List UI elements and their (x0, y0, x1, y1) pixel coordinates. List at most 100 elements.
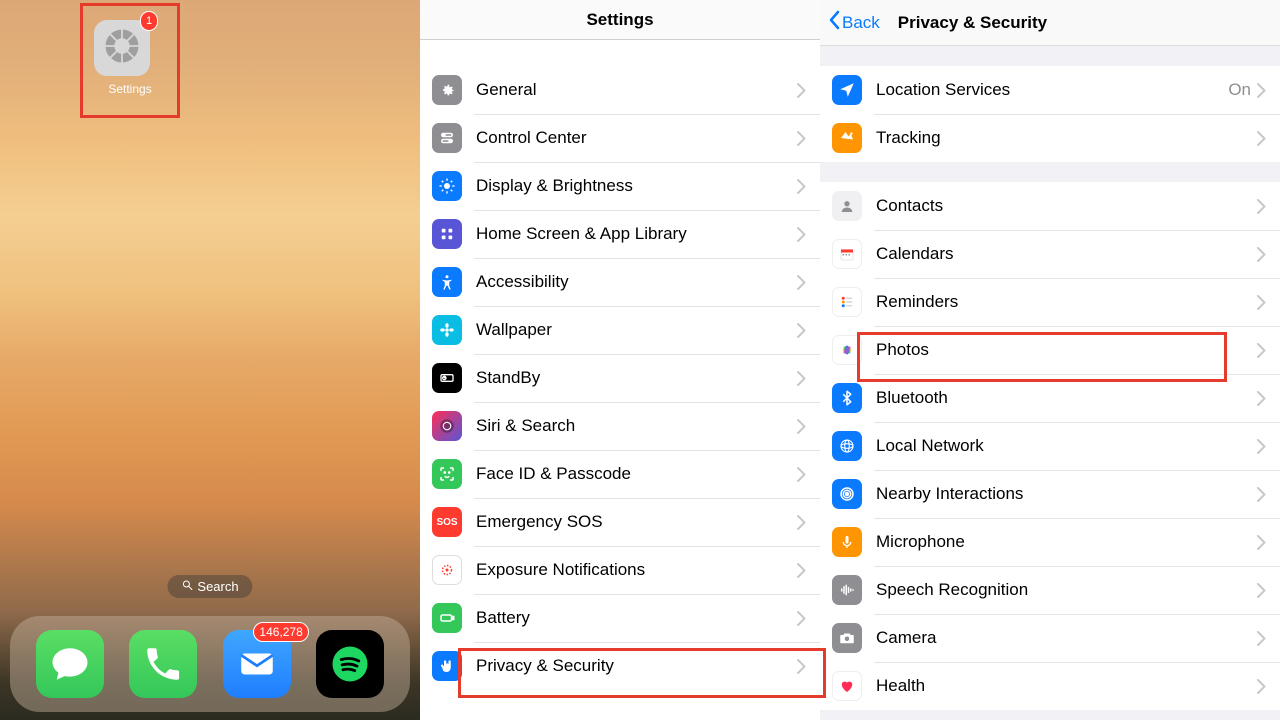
mail-app[interactable]: 146,278 (223, 630, 291, 698)
settings-list: General Control Center Display & Brightn… (420, 66, 820, 690)
privacy-title: Privacy & Security (898, 13, 1047, 33)
settings-row-display[interactable]: Display & Brightness (420, 162, 820, 210)
row-label: Home Screen & App Library (476, 224, 797, 244)
chevron-right-icon (1257, 583, 1266, 598)
gear-icon (432, 75, 462, 105)
phone-app[interactable] (129, 630, 197, 698)
spotify-app[interactable] (316, 630, 384, 698)
clock-icon (432, 363, 462, 393)
chevron-right-icon (1257, 439, 1266, 454)
row-label: Display & Brightness (476, 176, 797, 196)
privacy-row-contacts[interactable]: Contacts (820, 182, 1280, 230)
row-label: Health (876, 676, 1257, 696)
settings-app-icon[interactable] (94, 20, 150, 76)
chevron-right-icon (1257, 199, 1266, 214)
sun-icon (432, 171, 462, 201)
row-label: Wallpaper (476, 320, 797, 340)
chevron-right-icon (797, 275, 806, 290)
row-label: Nearby Interactions (876, 484, 1257, 504)
mail-badge: 146,278 (253, 622, 308, 642)
nearby-icon (832, 479, 862, 509)
settings-row-general[interactable]: General (420, 66, 820, 114)
settings-row-faceid[interactable]: Face ID & Passcode (420, 450, 820, 498)
highlight-privacy-row (458, 648, 826, 698)
privacy-row-reminders[interactable]: Reminders (820, 278, 1280, 326)
row-value: On (1228, 80, 1251, 100)
settings-row-exposure[interactable]: Exposure Notifications (420, 546, 820, 594)
settings-badge: 1 (140, 11, 158, 31)
chevron-right-icon (1257, 343, 1266, 358)
chevron-left-icon (828, 10, 840, 35)
bluetooth-icon (832, 383, 862, 413)
settings-row-accessibility[interactable]: Accessibility (420, 258, 820, 306)
chevron-right-icon (1257, 679, 1266, 694)
privacy-group-1: Location ServicesOn Tracking (820, 66, 1280, 162)
privacy-row-calendars[interactable]: Calendars (820, 230, 1280, 278)
settings-row-control-center[interactable]: Control Center (420, 114, 820, 162)
messages-app[interactable] (36, 630, 104, 698)
sos-icon: SOS (432, 507, 462, 537)
location-icon (832, 75, 862, 105)
chevron-right-icon (797, 371, 806, 386)
row-label: Exposure Notifications (476, 560, 797, 580)
row-label: Microphone (876, 532, 1257, 552)
home-wallpaper (0, 0, 420, 720)
chevron-right-icon (797, 563, 806, 578)
chevron-right-icon (797, 467, 806, 482)
chevron-right-icon (1257, 295, 1266, 310)
row-label: Contacts (876, 196, 1257, 216)
faceid-icon (432, 459, 462, 489)
chevron-right-icon (1257, 535, 1266, 550)
settings-row-battery[interactable]: Battery (420, 594, 820, 642)
row-label: Tracking (876, 128, 1257, 148)
waveform-icon (832, 575, 862, 605)
chevron-right-icon (797, 227, 806, 242)
privacy-row-microphone[interactable]: Microphone (820, 518, 1280, 566)
home-screen-panel: 1 Settings Search 146,278 (0, 0, 420, 720)
chevron-right-icon (797, 179, 806, 194)
chevron-right-icon (797, 83, 806, 98)
grid-icon (432, 219, 462, 249)
chevron-right-icon (797, 419, 806, 434)
gear-icon (100, 24, 144, 73)
chevron-right-icon (797, 323, 806, 338)
row-label: General (476, 80, 797, 100)
chevron-right-icon (797, 515, 806, 530)
globe-icon (832, 431, 862, 461)
privacy-row-nearby[interactable]: Nearby Interactions (820, 470, 1280, 518)
row-label: Calendars (876, 244, 1257, 264)
settings-row-siri[interactable]: Siri & Search (420, 402, 820, 450)
heart-icon (832, 671, 862, 701)
settings-row-sos[interactable]: SOSEmergency SOS (420, 498, 820, 546)
row-label: Location Services (876, 80, 1228, 100)
back-button[interactable]: Back (828, 10, 880, 35)
settings-row-standby[interactable]: StandBy (420, 354, 820, 402)
reminders-icon (832, 287, 862, 317)
camera-icon (832, 623, 862, 653)
privacy-row-local-network[interactable]: Local Network (820, 422, 1280, 470)
row-label: Local Network (876, 436, 1257, 456)
search-icon (181, 579, 193, 594)
row-label: Speech Recognition (876, 580, 1257, 600)
accessibility-icon (432, 267, 462, 297)
settings-app-label: Settings (80, 82, 180, 96)
chevron-right-icon (1257, 83, 1266, 98)
privacy-header: Back Privacy & Security (820, 0, 1280, 46)
chevron-right-icon (1257, 631, 1266, 646)
privacy-row-camera[interactable]: Camera (820, 614, 1280, 662)
settings-row-wallpaper[interactable]: Wallpaper (420, 306, 820, 354)
chevron-right-icon (1257, 487, 1266, 502)
microphone-icon (832, 527, 862, 557)
privacy-row-location[interactable]: Location ServicesOn (820, 66, 1280, 114)
chevron-right-icon (1257, 247, 1266, 262)
privacy-group-2: Contacts Calendars Reminders Photos Blue… (820, 182, 1280, 710)
settings-row-home-screen[interactable]: Home Screen & App Library (420, 210, 820, 258)
spotlight-search[interactable]: Search (167, 575, 252, 598)
privacy-row-tracking[interactable]: Tracking (820, 114, 1280, 162)
privacy-row-speech[interactable]: Speech Recognition (820, 566, 1280, 614)
highlight-photos-row (857, 332, 1227, 382)
privacy-row-health[interactable]: Health (820, 662, 1280, 710)
row-label: Control Center (476, 128, 797, 148)
back-label: Back (842, 13, 880, 33)
chevron-right-icon (797, 131, 806, 146)
